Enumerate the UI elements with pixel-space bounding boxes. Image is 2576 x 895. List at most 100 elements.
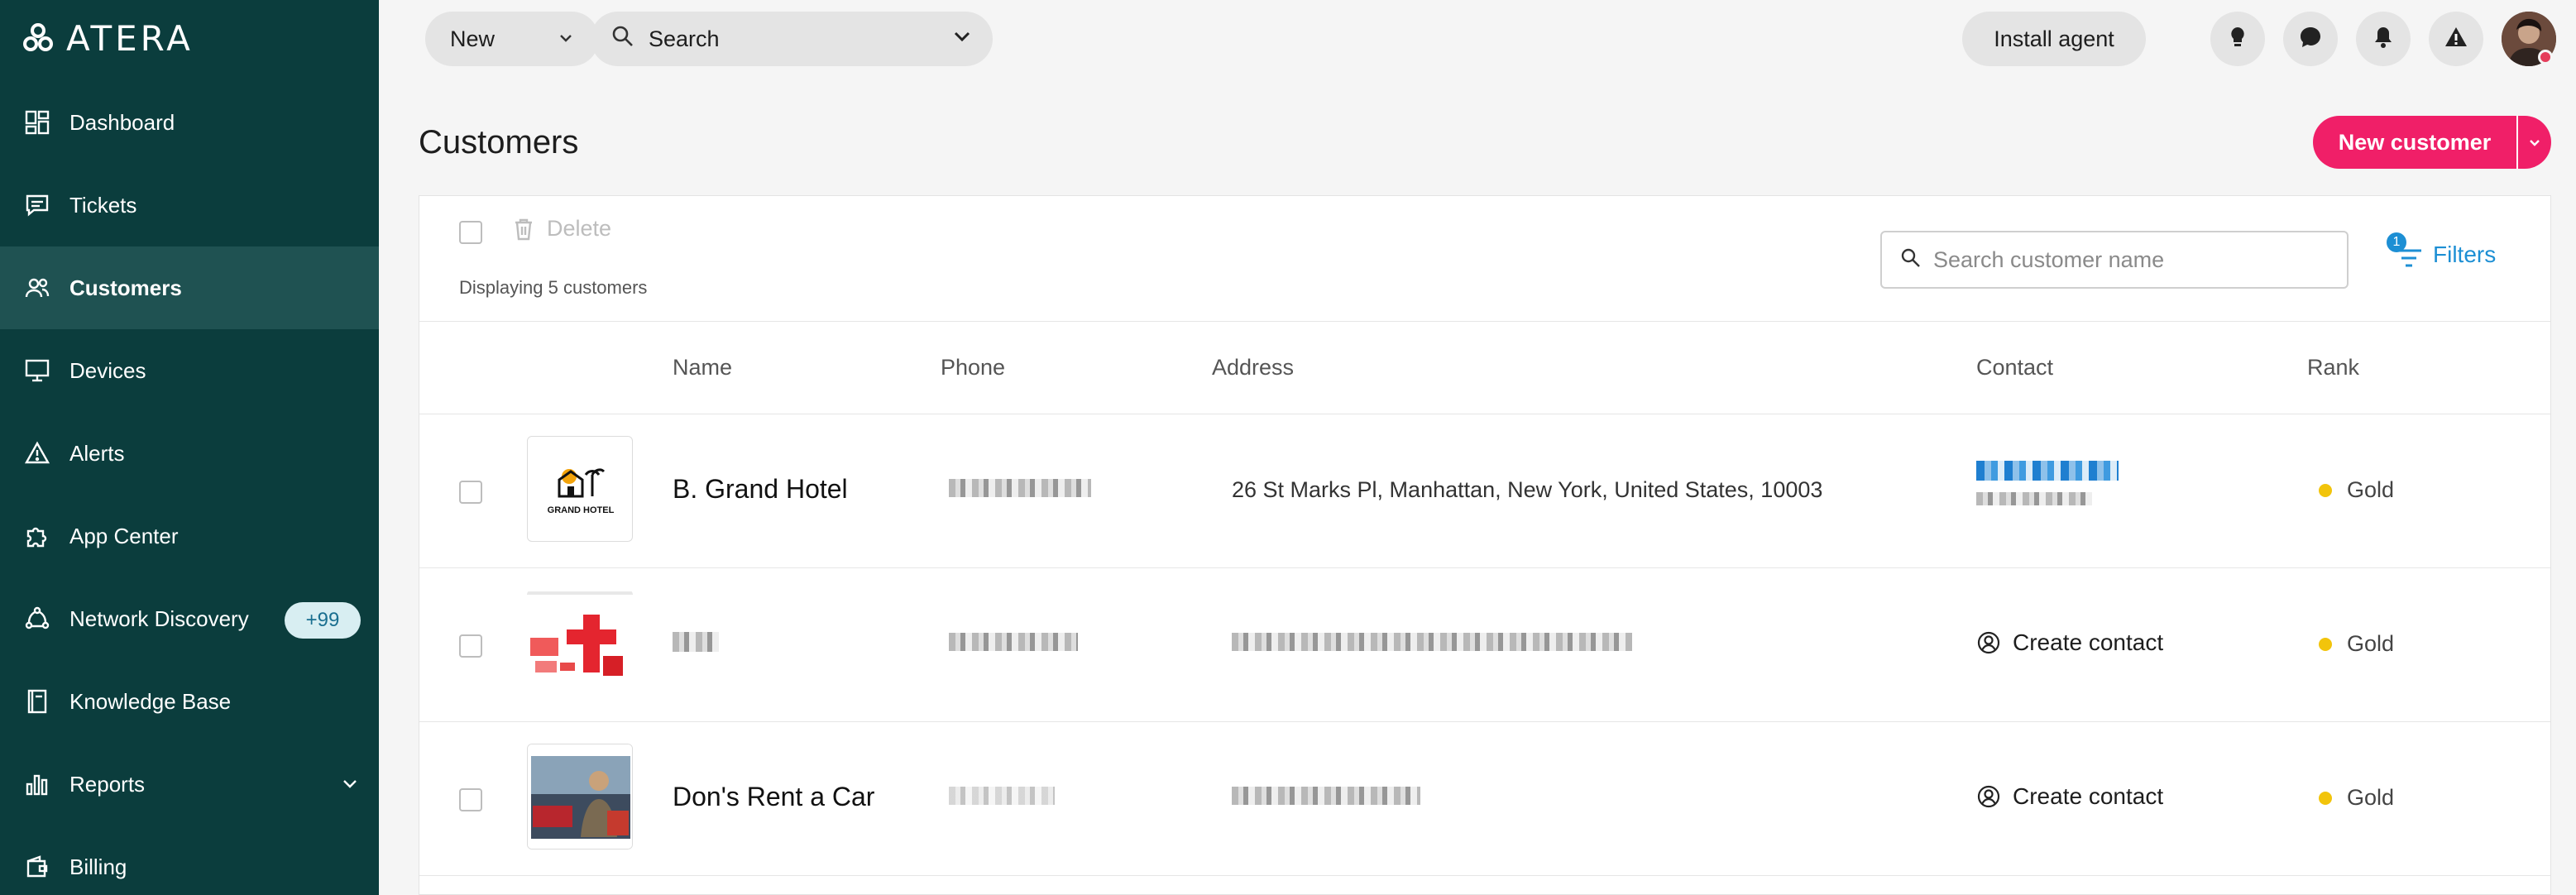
customer-rank: Gold [2319, 477, 2394, 503]
warning-icon [2444, 25, 2468, 54]
sidebar-item-label: Tickets [69, 192, 137, 218]
sidebar-item-tickets[interactable]: Tickets [0, 164, 379, 246]
sidebar-item-network-discovery[interactable]: Network Discovery +99 [0, 577, 379, 660]
rank-dot [2319, 483, 2332, 497]
new-customer-label[interactable]: New customer [2313, 130, 2516, 156]
row-checkbox[interactable] [459, 481, 482, 504]
table-row[interactable]: GRAND HOTEL B. Grand Hotel 26 St Marks P… [419, 414, 2550, 568]
table-header: Name Phone Address Contact Rank [419, 322, 2550, 414]
create-contact-link[interactable]: Create contact [1976, 629, 2163, 656]
sidebar-item-reports[interactable]: Reports [0, 743, 379, 826]
customer-rank: Gold [2319, 631, 2394, 657]
customer-address: 26 St Marks Pl, Manhattan, New York, Uni… [1232, 477, 1823, 502]
sidebar-item-label: Knowledge Base [69, 688, 232, 714]
chat-button[interactable] [2283, 12, 2338, 66]
column-contact[interactable]: Contact [1976, 355, 2053, 380]
alerts-icon [23, 439, 51, 467]
global-search-label: Search [649, 26, 720, 51]
search-icon [610, 24, 635, 55]
sidebar-item-label: Network Discovery [69, 605, 249, 631]
customer-phone [949, 785, 1055, 811]
sidebar-item-label: Billing [69, 854, 127, 879]
page-title: Customers [419, 124, 579, 160]
status-dot [2538, 50, 2553, 65]
create-contact-label: Create contact [2013, 783, 2164, 809]
customer-name[interactable]: Don's Rent a Car [673, 782, 874, 812]
install-agent-button[interactable]: Install agent [1962, 12, 2146, 66]
logo-text: ATERA [66, 17, 194, 59]
sidebar: ATERA Dashboard Tickets Customers Device… [0, 0, 379, 895]
global-search[interactable]: Search [591, 12, 993, 66]
column-name[interactable]: Name [673, 355, 732, 380]
alerts-button[interactable] [2429, 12, 2483, 66]
new-menu-label: New [450, 26, 496, 51]
puzzle-icon [23, 522, 51, 550]
table-row[interactable]: Create contact Gold [419, 568, 2550, 722]
filter-icon: 1 [2387, 232, 2433, 275]
sidebar-item-dashboard[interactable]: Dashboard [0, 81, 379, 164]
customer-logo [527, 590, 633, 696]
search-icon [1900, 247, 1922, 273]
sidebar-item-label: Dashboard [69, 109, 175, 135]
row-checkbox[interactable] [459, 788, 482, 811]
delete-button[interactable]: Delete [512, 216, 611, 242]
dashboard-icon [23, 108, 51, 136]
chevron-down-icon[interactable] [951, 26, 973, 53]
table-row[interactable]: Don's Rent a Car Create contact Gold [419, 722, 2550, 876]
new-customer-button[interactable]: New customer [2313, 116, 2551, 169]
lightbulb-button[interactable] [2210, 12, 2265, 66]
sidebar-item-alerts[interactable]: Alerts [0, 412, 379, 495]
devices-icon [23, 357, 51, 385]
customer-phone [949, 477, 1091, 503]
customer-name[interactable] [673, 628, 719, 658]
chevron-down-icon [2530, 140, 2540, 146]
column-rank[interactable]: Rank [2307, 355, 2359, 380]
customers-table-card: Delete Displaying 5 customers 1 Filters … [419, 195, 2551, 895]
customer-search-input[interactable] [1933, 246, 2329, 273]
sidebar-item-label: Devices [69, 357, 146, 383]
trash-icon [515, 218, 532, 240]
new-customer-dropdown[interactable] [2516, 116, 2551, 169]
filters-count-badge: 1 [2387, 232, 2406, 252]
column-phone[interactable]: Phone [941, 355, 1005, 380]
customer-logo: GRAND HOTEL [527, 436, 633, 542]
filters-label: Filters [2433, 242, 2497, 267]
network-icon [23, 605, 51, 633]
customer-address [1232, 785, 1420, 811]
customer-address [1232, 631, 1632, 657]
chevron-down-icon[interactable] [341, 774, 359, 797]
rank-label: Gold [2347, 477, 2395, 502]
atera-logo[interactable]: ATERA [22, 18, 194, 59]
user-circle-icon [1977, 631, 2000, 654]
sidebar-item-billing[interactable]: Billing [0, 826, 379, 895]
atera-logo-icon [23, 23, 53, 51]
column-address[interactable]: Address [1212, 355, 1294, 380]
top-bar: New Search Install agent [379, 0, 2576, 81]
rank-label: Gold [2347, 785, 2395, 810]
customers-icon [23, 274, 51, 302]
customer-phone [949, 631, 1078, 657]
select-all-checkbox[interactable] [459, 221, 482, 244]
customer-name[interactable]: B. Grand Hotel [673, 474, 848, 505]
sidebar-item-devices[interactable]: Devices [0, 329, 379, 412]
customer-contact[interactable] [1976, 461, 2119, 505]
row-checkbox[interactable] [459, 634, 482, 658]
sidebar-item-label: Reports [69, 771, 146, 797]
chevron-down-icon [558, 26, 574, 52]
create-contact-link[interactable]: Create contact [1976, 783, 2163, 810]
new-menu-button[interactable]: New [425, 12, 599, 66]
wallet-icon [23, 853, 51, 881]
rank-dot [2319, 791, 2332, 805]
sidebar-item-customers[interactable]: Customers [0, 246, 379, 329]
network-discovery-badge: +99 [285, 602, 361, 639]
create-contact-label: Create contact [2013, 629, 2164, 655]
delete-label: Delete [547, 216, 612, 241]
filters-button[interactable]: 1 Filters [2387, 232, 2497, 275]
sidebar-item-label: Customers [69, 275, 182, 300]
sidebar-item-knowledge-base[interactable]: Knowledge Base [0, 660, 379, 743]
sidebar-item-app-center[interactable]: App Center [0, 495, 379, 577]
notifications-button[interactable] [2356, 12, 2411, 66]
rank-label: Gold [2347, 631, 2395, 656]
customer-search-box[interactable] [1880, 231, 2349, 289]
tickets-icon [23, 191, 51, 219]
